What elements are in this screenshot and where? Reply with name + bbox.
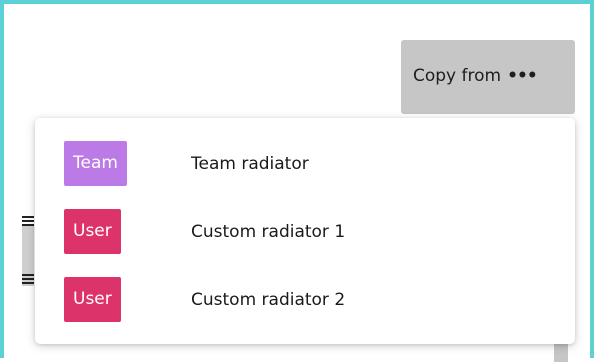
user-badge: User [64,209,121,254]
team-badge: Team [64,141,127,186]
more-horizontal-icon: ••• [507,66,538,86]
drag-handle-icon [22,216,34,226]
item-name: Custom radiator 2 [191,290,346,310]
drag-handle-icon [22,274,34,284]
copy-from-label: Copy from [413,66,502,86]
copy-from-button[interactable]: Copy from ••• [401,40,575,114]
dropdown-item-team-radiator[interactable]: Team Team radiator [35,134,575,194]
copy-from-dropdown: Team Team radiator User Custom radiator … [35,118,575,344]
dropdown-item-custom-radiator-2[interactable]: User Custom radiator 2 [35,270,575,330]
app-frame: Copy from ••• Team Team radiator User Cus… [0,0,594,362]
dropdown-item-custom-radiator-1[interactable]: User Custom radiator 1 [35,202,575,262]
item-name: Team radiator [191,154,309,174]
user-badge: User [64,277,121,322]
background-panel-edge [554,342,568,362]
item-name: Custom radiator 1 [191,222,346,242]
